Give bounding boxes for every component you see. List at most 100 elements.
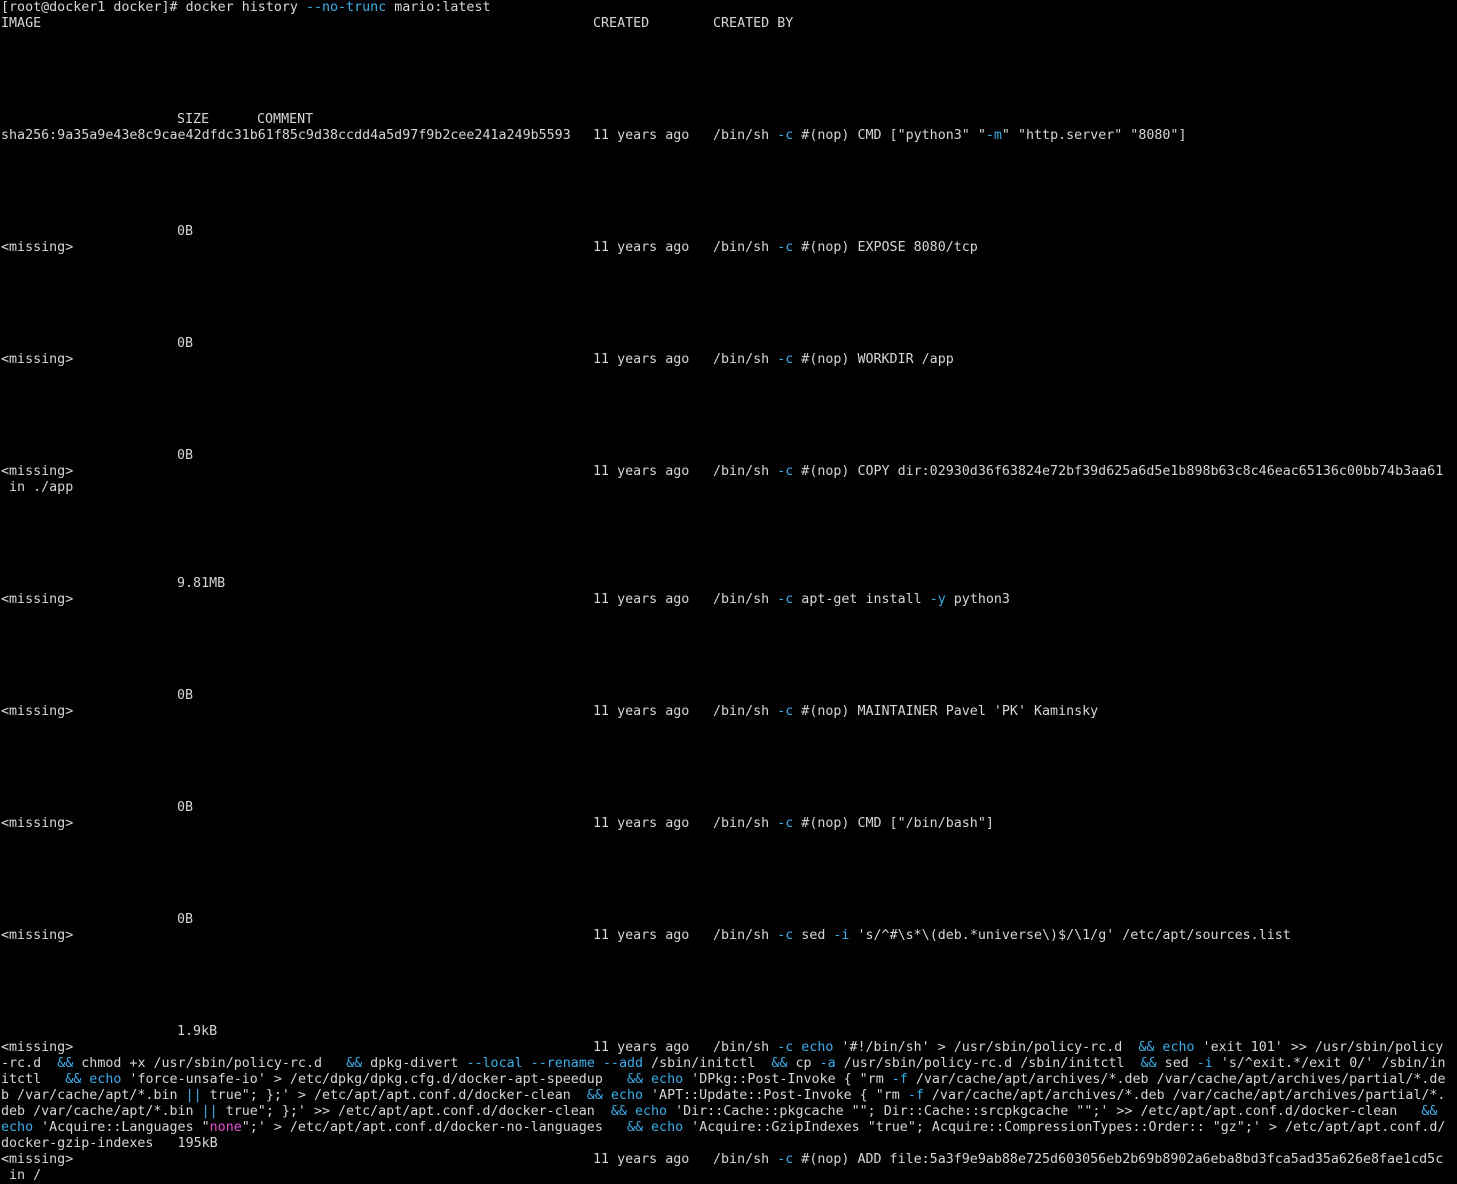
row-created-by: /bin/sh -c #(nop) CMD ["/bin/bash"] [713,816,994,832]
row-created-by: /bin/sh -c #(nop) EXPOSE 8080/tcp [713,240,978,256]
command-option: -i [833,928,850,943]
shell-keyword: && [1140,1056,1157,1071]
row-created-by-text: /bin/sh [713,128,778,143]
row-size: 0B [177,912,194,927]
row-size-line: 1.9kB [1,1024,1441,1040]
row-wrapped-text [627,1104,635,1119]
row-wrapped-text: 'Acquire::Languages " [33,1120,210,1135]
shell-keyword: || [185,1088,202,1103]
shell-keyword: && [610,1104,627,1119]
header-size: SIZE [177,112,210,127]
row-wrapped-text: /var/cache/apt/archives/*.deb /var/cache… [907,1072,1446,1087]
row-wrapped-text: docker-gzip-indexes [1,1136,154,1151]
row-image: <missing> [1,240,74,255]
shell-prompt: [root@docker1 docker]# [1,0,186,15]
row-created-by-text: /bin/sh [713,816,778,831]
row-created-by-text: #(nop) MAINTAINER Pavel 'PK' Kaminsky [793,704,1099,719]
header-created-by: CREATED BY [713,16,794,31]
command-option: -f [907,1088,924,1103]
row-size: 0B [177,688,194,703]
terminal-window[interactable]: [root@docker1 docker]# docker history --… [0,0,1457,1183]
row-size-line: 0B [1,224,1441,240]
row-image: <missing> [1,816,74,831]
command-option: -a [819,1056,836,1071]
row-wrapped-text: /usr/sbin/policy-rc.d /sbin/initctl [835,1056,1141,1071]
row-wrapped-text: /var/cache/apt/archives/*.deb /var/cache… [923,1088,1446,1103]
command-name: docker history [185,0,306,15]
shell-keyword: echo [801,1040,834,1055]
row-wrapped-text: itctl [1,1072,66,1087]
row-created-by-text: #(nop) EXPOSE 8080/tcp [793,240,978,255]
row-wrapped-text: 's/^exit.*/exit 0/' /sbin/in [1212,1056,1446,1071]
row-created-by-text: /bin/sh [713,928,778,943]
row-wrapped-text [523,1056,531,1071]
row-created-by: /bin/sh -c #(nop) MAINTAINER Pavel 'PK' … [713,704,1098,720]
row-created-by: /bin/sh -c echo '#!/bin/sh' > /usr/sbin/… [713,1040,1443,1056]
command-option: --local [466,1056,523,1071]
row-created-by-text: /bin/sh [713,592,778,607]
row-image: <missing> [1,352,74,367]
row-wrapped-text: 195kB [153,1136,218,1151]
row-wrapped-text: chmod +x /usr/sbin/policy-rc.d [73,1056,347,1071]
row-created-by-text: apt-get install [793,592,930,607]
header-created: CREATED [593,16,650,31]
row-wrapped-text: 'APT::Update::Post-Invoke { "rm [643,1088,908,1103]
command-option: -c [777,352,794,367]
row-wrapped-text: dpkg-divert [362,1056,467,1071]
row-wrapped-text: 'Dir::Cache::pkgcache ""; Dir::Cache::sr… [667,1104,1422,1119]
no-trunc-flag: --no-trunc [305,0,387,15]
command-option: -c [777,592,794,607]
row-image: <missing> [1,1152,74,1167]
row-wrapped-text: 'Acquire::GzipIndexes "true"; Acquire::C… [683,1120,1446,1135]
row-created: 11 years ago [593,1152,690,1167]
table-row: <missing> 11 years ago/bin/sh -c #(nop) M… [1,704,1441,720]
row-image: <missing> [1,928,74,943]
command-option: -i [1196,1056,1213,1071]
row-created: 11 years ago [593,1040,690,1055]
row-size: 1.9kB [177,1024,218,1039]
command-option: -c [777,464,794,479]
command-option: -f [891,1072,908,1087]
header-image: IMAGE [1,16,42,31]
row-wrapped-line: b /var/cache/apt/*.bin || true"; };' > /… [1,1088,1445,1104]
row-size-line: 0B [1,688,1441,704]
shell-keyword: || [201,1104,218,1119]
row-wrapped-line: itctl && echo 'force-unsafe-io' > /etc/d… [1,1072,1445,1088]
row-wrapped-text: true"; };' > /etc/apt/apt.conf.d/docker-… [201,1088,587,1103]
row-created-by-text: 'exit 101' >> /usr/sbin/policy [1194,1040,1444,1055]
command-option: -c [777,816,794,831]
row-wrapped-line: -rc.d && chmod +x /usr/sbin/policy-rc.d … [1,1056,1446,1072]
shell-keyword: echo [1162,1040,1195,1055]
row-created-by-text: #(nop) CMD ["python3" " [793,128,986,143]
row-wrapped-text: 'force-unsafe-io' > /etc/dpkg/dpkg.cfg.d… [121,1072,627,1087]
row-continuation: in / [1,1168,1441,1184]
row-created: 11 years ago [593,464,690,479]
command-option: -c [777,928,794,943]
row-wrapped-text: true"; };' >> /etc/apt/apt.conf.d/docker… [217,1104,611,1119]
command-option: -m [985,128,1002,143]
row-size-line: 0B [1,448,1441,464]
row-created: 11 years ago [593,592,690,607]
row-created-by-text: python3 [945,592,1010,607]
command-option: -c [777,1040,794,1055]
shell-keyword: echo [651,1120,684,1135]
row-wrapped-line: docker-gzip-indexes 195kB [1,1136,1441,1152]
shell-keyword: && [626,1072,643,1087]
row-created-by: /bin/sh -c #(nop) COPY dir:02930d36f6382… [713,464,1443,480]
row-created-by-text: '#!/bin/sh' > /usr/sbin/policy-rc.d [833,1040,1139,1055]
row-continuation-text: in ./app [1,480,74,495]
row-created-by: /bin/sh -c #(nop) CMD ["python3" "-m" "h… [713,128,1186,144]
command-option: -y [929,592,946,607]
shell-keyword: && [1421,1104,1438,1119]
command-option: -c [777,128,794,143]
shell-keyword: && [1138,1040,1155,1055]
row-created-by-text: #(nop) COPY dir:02930d36f63824e72bf39d62… [793,464,1444,479]
shell-keyword: && [586,1088,603,1103]
table-row: <missing> 11 years ago/bin/sh -c #(nop) C… [1,816,1441,832]
command-option: --rename [530,1056,595,1071]
row-created: 11 years ago [593,240,690,255]
shell-keyword: && [626,1120,643,1135]
shell-keyword: echo [89,1072,122,1087]
row-created: 11 years ago [593,352,690,367]
row-created-by-text: /bin/sh [713,1040,778,1055]
